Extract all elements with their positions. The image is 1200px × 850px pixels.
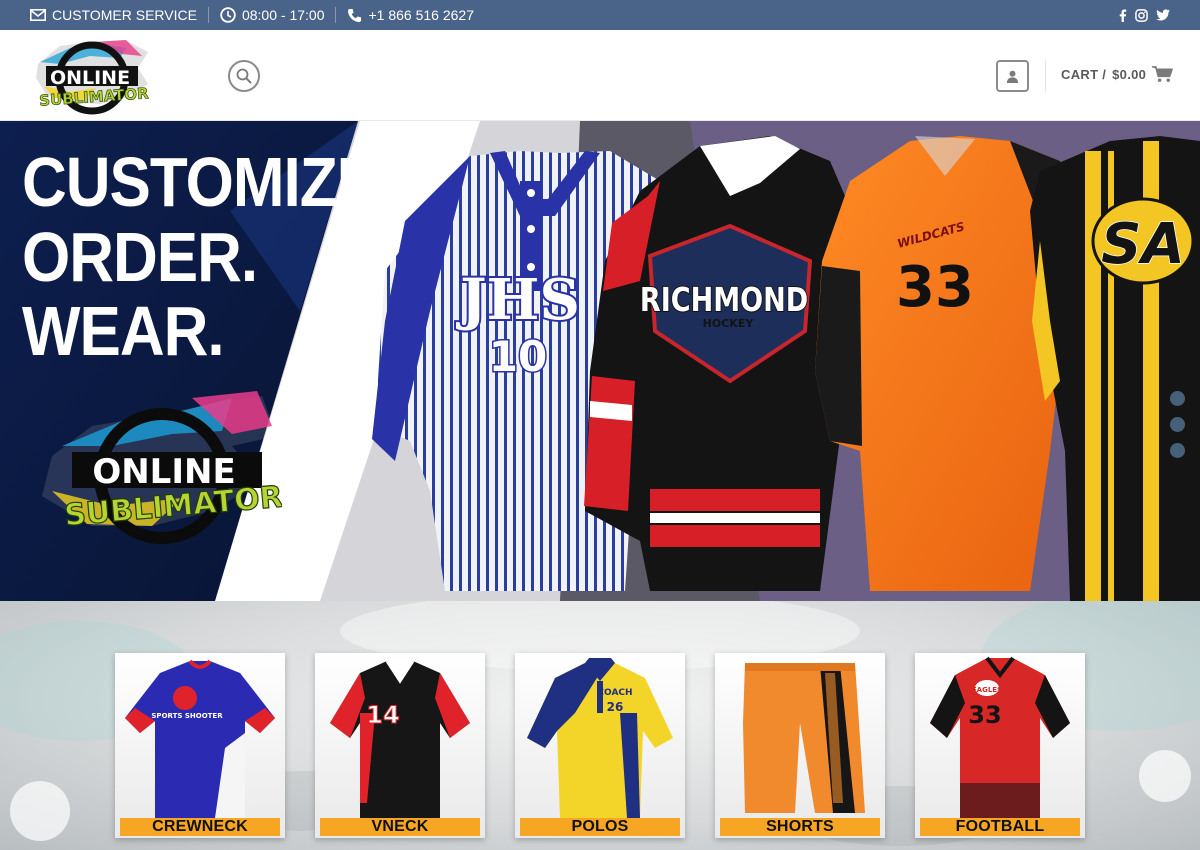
vneck-jersey-image: 14: [330, 660, 470, 818]
striped-jersey-text: SA: [1101, 212, 1185, 277]
baseball-jersey-number: 10: [489, 332, 547, 381]
polo-jersey-image: COACH 26: [527, 658, 673, 818]
account-button[interactable]: [996, 60, 1029, 92]
crewneck-jersey-text: SPORTS SHOOTER: [151, 712, 223, 720]
category-label-shorts: SHORTS: [720, 818, 880, 836]
hours-label: 08:00 - 17:00: [241, 7, 325, 23]
crewneck-jersey-image: SPORTS SHOOTER: [125, 659, 275, 818]
hockey-jersey-text: RICHMOND: [640, 281, 808, 319]
soccer-jersey-number: 33: [896, 255, 974, 320]
logo-graphic: ONLINE SUBLIMATOR: [36, 40, 150, 115]
clock-icon: [220, 7, 236, 23]
cart-icon: [1152, 66, 1173, 82]
hero-slider: JHS 10 RICHMOND HOCKEY WILDCATS 33 SA CU…: [0, 121, 1200, 601]
search-icon: [236, 68, 252, 84]
twitter-icon[interactable]: [1156, 9, 1170, 21]
football-jersey-image: EAGLES 33: [930, 656, 1070, 818]
slider-dot-3[interactable]: [1170, 443, 1185, 458]
social-links: [1118, 8, 1170, 22]
search-button[interactable]: [228, 60, 260, 92]
phone-label: +1 866 516 2627: [368, 7, 474, 23]
shorts-image: [743, 663, 865, 813]
category-label-vneck: VNECK: [320, 818, 480, 836]
cart-total: $0.00: [1112, 66, 1147, 82]
instagram-icon[interactable]: [1135, 8, 1148, 22]
baseball-jersey-text: JHS: [455, 267, 580, 333]
category-section: SPORTS SHOOTER CREWNECK 14 VNECK COACH 2…: [0, 601, 1200, 850]
hero-headline-3: WEAR.: [22, 293, 225, 371]
hero-headline-2: ORDER.: [22, 219, 258, 297]
hero-brand-logo: ONLINE SUBLIMATOR: [32, 386, 285, 551]
slider-dot-2[interactable]: [1170, 417, 1185, 432]
envelope-icon: [30, 9, 46, 21]
site-header: ONLINE SUBLIMATOR CART / $0.00: [0, 30, 1200, 121]
hockey-jersey-sub: HOCKEY: [703, 317, 755, 330]
site-logo[interactable]: ONLINE SUBLIMATOR: [30, 34, 155, 118]
slider-dots: [1170, 391, 1185, 458]
customer-service-link[interactable]: CUSTOMER SERVICE: [30, 7, 197, 23]
user-icon: [1006, 70, 1019, 83]
hero-headline-1: CUSTOMIZE.: [22, 144, 394, 222]
customer-service-label: CUSTOMER SERVICE: [52, 7, 197, 23]
slider-dot-1[interactable]: [1170, 391, 1185, 406]
category-card-vneck[interactable]: 14 VNECK: [315, 653, 485, 838]
football-jersey-text: EAGLES: [972, 686, 1002, 694]
polo-jersey-text: COACH: [597, 688, 632, 698]
category-card-football[interactable]: EAGLES 33 FOOTBALL: [915, 653, 1085, 838]
category-label-polos: POLOS: [520, 818, 680, 836]
cart-label: CART /: [1061, 66, 1107, 82]
category-label-football: FOOTBALL: [920, 818, 1080, 836]
header-divider: [1045, 60, 1046, 92]
football-jersey-number: 33: [968, 701, 1001, 729]
cart-link[interactable]: CART / $0.00: [1061, 65, 1173, 83]
hours-info: 08:00 - 17:00: [220, 7, 325, 23]
phone-link[interactable]: +1 866 516 2627: [347, 7, 474, 23]
divider: [207, 7, 209, 23]
divider: [335, 7, 337, 23]
polo-jersey-number: 26: [607, 700, 624, 714]
top-bar: CUSTOMER SERVICE 08:00 - 17:00 +1 866 51…: [0, 0, 1200, 30]
category-card-polos[interactable]: COACH 26 POLOS: [515, 653, 685, 838]
vneck-jersey-number: 14: [366, 701, 399, 729]
category-card-shorts[interactable]: SHORTS: [715, 653, 885, 838]
category-card-crewneck[interactable]: SPORTS SHOOTER CREWNECK: [115, 653, 285, 838]
category-label-crewneck: CREWNECK: [120, 818, 280, 836]
phone-icon: [348, 8, 362, 22]
facebook-icon[interactable]: [1118, 9, 1127, 22]
